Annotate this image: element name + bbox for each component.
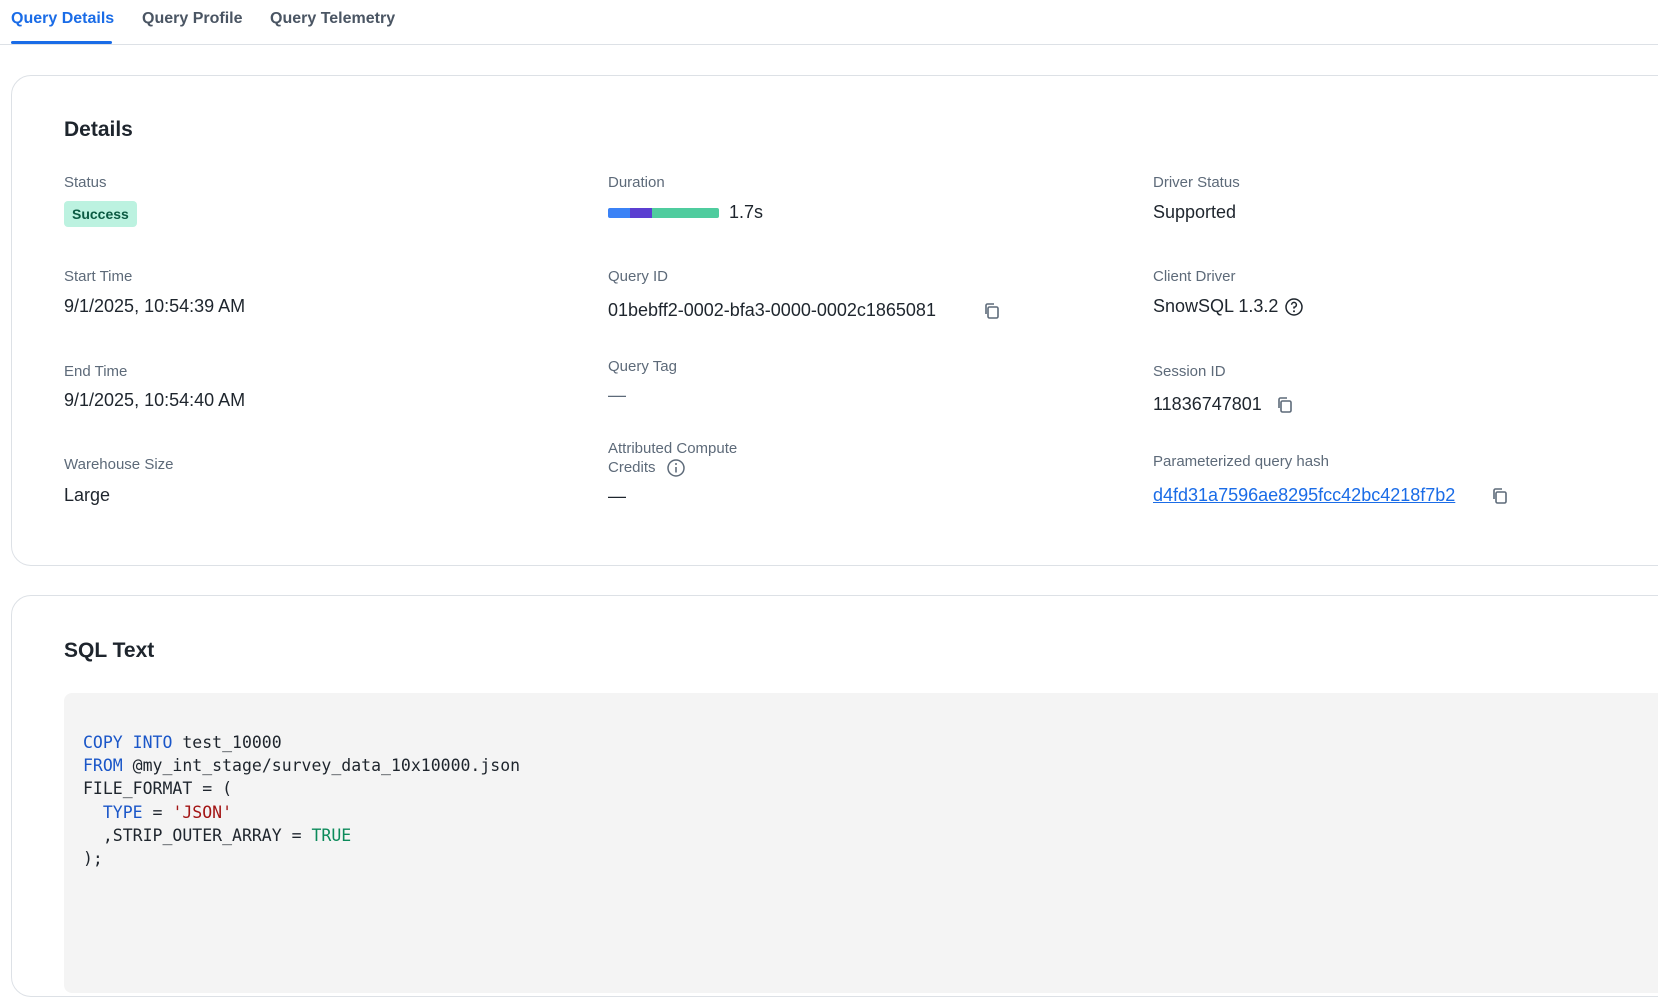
sql-token: ); bbox=[83, 849, 103, 869]
duration-label: Duration bbox=[608, 174, 665, 191]
sql-line: COPY INTO test_10000 bbox=[83, 731, 520, 754]
attributed-credits-label-line2: Credits bbox=[608, 459, 656, 476]
end-time-label: End Time bbox=[64, 363, 128, 380]
copy-icon[interactable] bbox=[1491, 487, 1509, 505]
param-hash-label: Parameterized query hash bbox=[1153, 453, 1329, 470]
info-icon[interactable] bbox=[666, 458, 686, 478]
sql-token: 'JSON' bbox=[172, 802, 233, 822]
duration-segment-2 bbox=[652, 208, 719, 218]
session-id-value: 11836747801 bbox=[1153, 394, 1262, 414]
query-tag-value: — bbox=[608, 385, 626, 405]
sql-line: ,STRIP_OUTER_ARRAY = TRUE bbox=[83, 824, 520, 847]
sql-line: FILE_FORMAT = ( bbox=[83, 777, 520, 800]
duration-segment-0 bbox=[608, 208, 631, 218]
sql-line: TYPE = 'JSON' bbox=[83, 801, 520, 824]
end-time-value: 9/1/2025, 10:54:40 AM bbox=[64, 390, 246, 410]
attributed-credits-value: — bbox=[608, 486, 626, 506]
query-id-label: Query ID bbox=[608, 268, 669, 285]
tab-query-profile[interactable]: Query Profile bbox=[142, 10, 242, 28]
sql-token: test_10000 bbox=[172, 733, 282, 752]
sql-token: TYPE bbox=[102, 802, 143, 822]
status-label: Status bbox=[64, 174, 107, 191]
sql-token: TRUE bbox=[311, 825, 352, 845]
duration-value: 1.7s bbox=[729, 202, 764, 222]
driver-status-label: Driver Status bbox=[1153, 174, 1240, 191]
session-id-label: Session ID bbox=[1153, 363, 1226, 380]
sql-code: COPY INTO test_10000 FROM @my_int_stage/s… bbox=[83, 731, 520, 870]
sql-token: FROM bbox=[83, 756, 123, 776]
details-card: Details Status Success Start Time 9/1/20… bbox=[11, 75, 1658, 566]
sql-token: COPY INTO bbox=[83, 733, 173, 752]
help-icon[interactable] bbox=[1284, 297, 1304, 317]
driver-status-value: Supported bbox=[1153, 202, 1237, 222]
copy-icon[interactable] bbox=[1276, 396, 1294, 414]
attributed-credits-label-line1: Attributed Compute bbox=[608, 440, 738, 457]
param-hash-link[interactable]: d4fd31a7596ae8295fcc42bc4218f7b2 bbox=[1153, 485, 1455, 506]
sql-card: SQL Text COPY INTO test_10000 FROM @my_in… bbox=[11, 595, 1658, 997]
query-tag-label: Query Tag bbox=[608, 358, 677, 375]
copy-icon[interactable] bbox=[983, 302, 1001, 320]
sql-code-block[interactable]: COPY INTO test_10000 FROM @my_int_stage/s… bbox=[64, 693, 1658, 993]
active-tab-indicator bbox=[11, 41, 112, 44]
tab-bar: Query Details Query Profile Query Teleme… bbox=[0, 0, 1658, 45]
sql-line: ); bbox=[83, 847, 520, 870]
client-driver-label: Client Driver bbox=[1153, 268, 1236, 285]
start-time-value: 9/1/2025, 10:54:39 AM bbox=[64, 296, 246, 316]
warehouse-size-value: Large bbox=[64, 485, 111, 505]
sql-line: FROM @my_int_stage/survey_data_10x10000.… bbox=[83, 754, 520, 777]
client-driver-value: SnowSQL 1.3.2 bbox=[1153, 296, 1279, 316]
details-title: Details bbox=[64, 118, 133, 141]
tab-query-telemetry[interactable]: Query Telemetry bbox=[270, 10, 395, 28]
start-time-label: Start Time bbox=[64, 268, 133, 285]
duration-segment-1 bbox=[630, 208, 653, 218]
tab-query-details[interactable]: Query Details bbox=[11, 10, 114, 28]
status-badge: Success bbox=[64, 201, 137, 227]
duration-bar[interactable] bbox=[608, 208, 719, 218]
sql-token: ,STRIP_OUTER_ARRAY = bbox=[83, 825, 312, 845]
sql-token: @my_int_stage/survey_data_10x10000.json bbox=[122, 756, 521, 776]
sql-token: = bbox=[142, 802, 173, 822]
warehouse-size-label: Warehouse Size bbox=[64, 456, 174, 473]
query-id-value: 01bebff2-0002-bfa3-0000-0002c1865081 bbox=[608, 300, 936, 320]
sql-title: SQL Text bbox=[64, 639, 155, 662]
sql-token: FILE_FORMAT = ( bbox=[83, 779, 233, 799]
